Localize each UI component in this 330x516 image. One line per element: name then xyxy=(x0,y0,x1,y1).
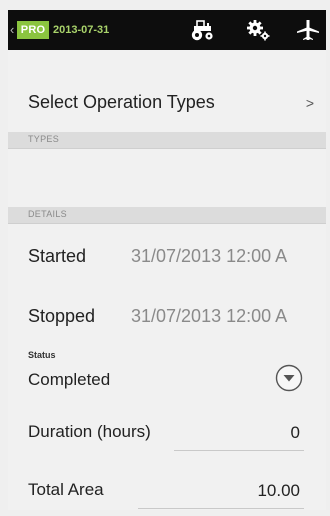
started-row[interactable]: Started 31/07/2013 12:00 A xyxy=(8,240,326,280)
types-section-header: TYPES xyxy=(8,132,326,149)
started-value[interactable]: 31/07/2013 12:00 A xyxy=(131,246,287,267)
dropdown-arrow-icon[interactable] xyxy=(275,364,303,392)
select-operation-types-row[interactable]: Select Operation Types > xyxy=(8,84,326,124)
stopped-row[interactable]: Stopped 31/07/2013 12:00 A xyxy=(8,300,326,340)
duration-input[interactable]: 0 xyxy=(174,416,304,451)
pro-badge[interactable]: PRO xyxy=(17,21,49,39)
tractor-icon[interactable] xyxy=(188,18,216,42)
duration-label: Duration (hours) xyxy=(28,422,151,441)
duration-value: 0 xyxy=(290,423,300,442)
plane-icon[interactable] xyxy=(294,18,322,42)
gear-icon[interactable] xyxy=(245,18,273,42)
details-section-header: DETAILS xyxy=(8,207,326,224)
action-bar: ‹ PRO 2013-07-31 xyxy=(8,10,326,50)
total-area-input[interactable]: 10.00 xyxy=(138,474,304,509)
status-value: Completed xyxy=(28,370,111,389)
status-label: Status xyxy=(28,350,56,360)
stopped-value[interactable]: 31/07/2013 12:00 A xyxy=(131,306,287,327)
app-screen: ‹ PRO 2013-07-31 Select Operation Types … xyxy=(8,10,326,510)
action-bar-date: 2013-07-31 xyxy=(53,24,110,36)
types-section-title: TYPES xyxy=(28,134,60,144)
stopped-label: Stopped xyxy=(28,306,96,326)
total-area-value: 10.00 xyxy=(257,481,300,500)
total-area-label: Total Area xyxy=(28,480,104,499)
details-section-title: DETAILS xyxy=(28,209,67,219)
status-row[interactable]: Status Completed xyxy=(8,348,326,396)
total-area-row: Total Area 10.00 xyxy=(8,472,326,510)
chevron-right-icon: > xyxy=(305,95,314,111)
started-label: Started xyxy=(28,246,87,266)
duration-row: Duration (hours) 0 xyxy=(8,414,326,458)
select-operation-types-label: Select Operation Types xyxy=(28,92,215,112)
